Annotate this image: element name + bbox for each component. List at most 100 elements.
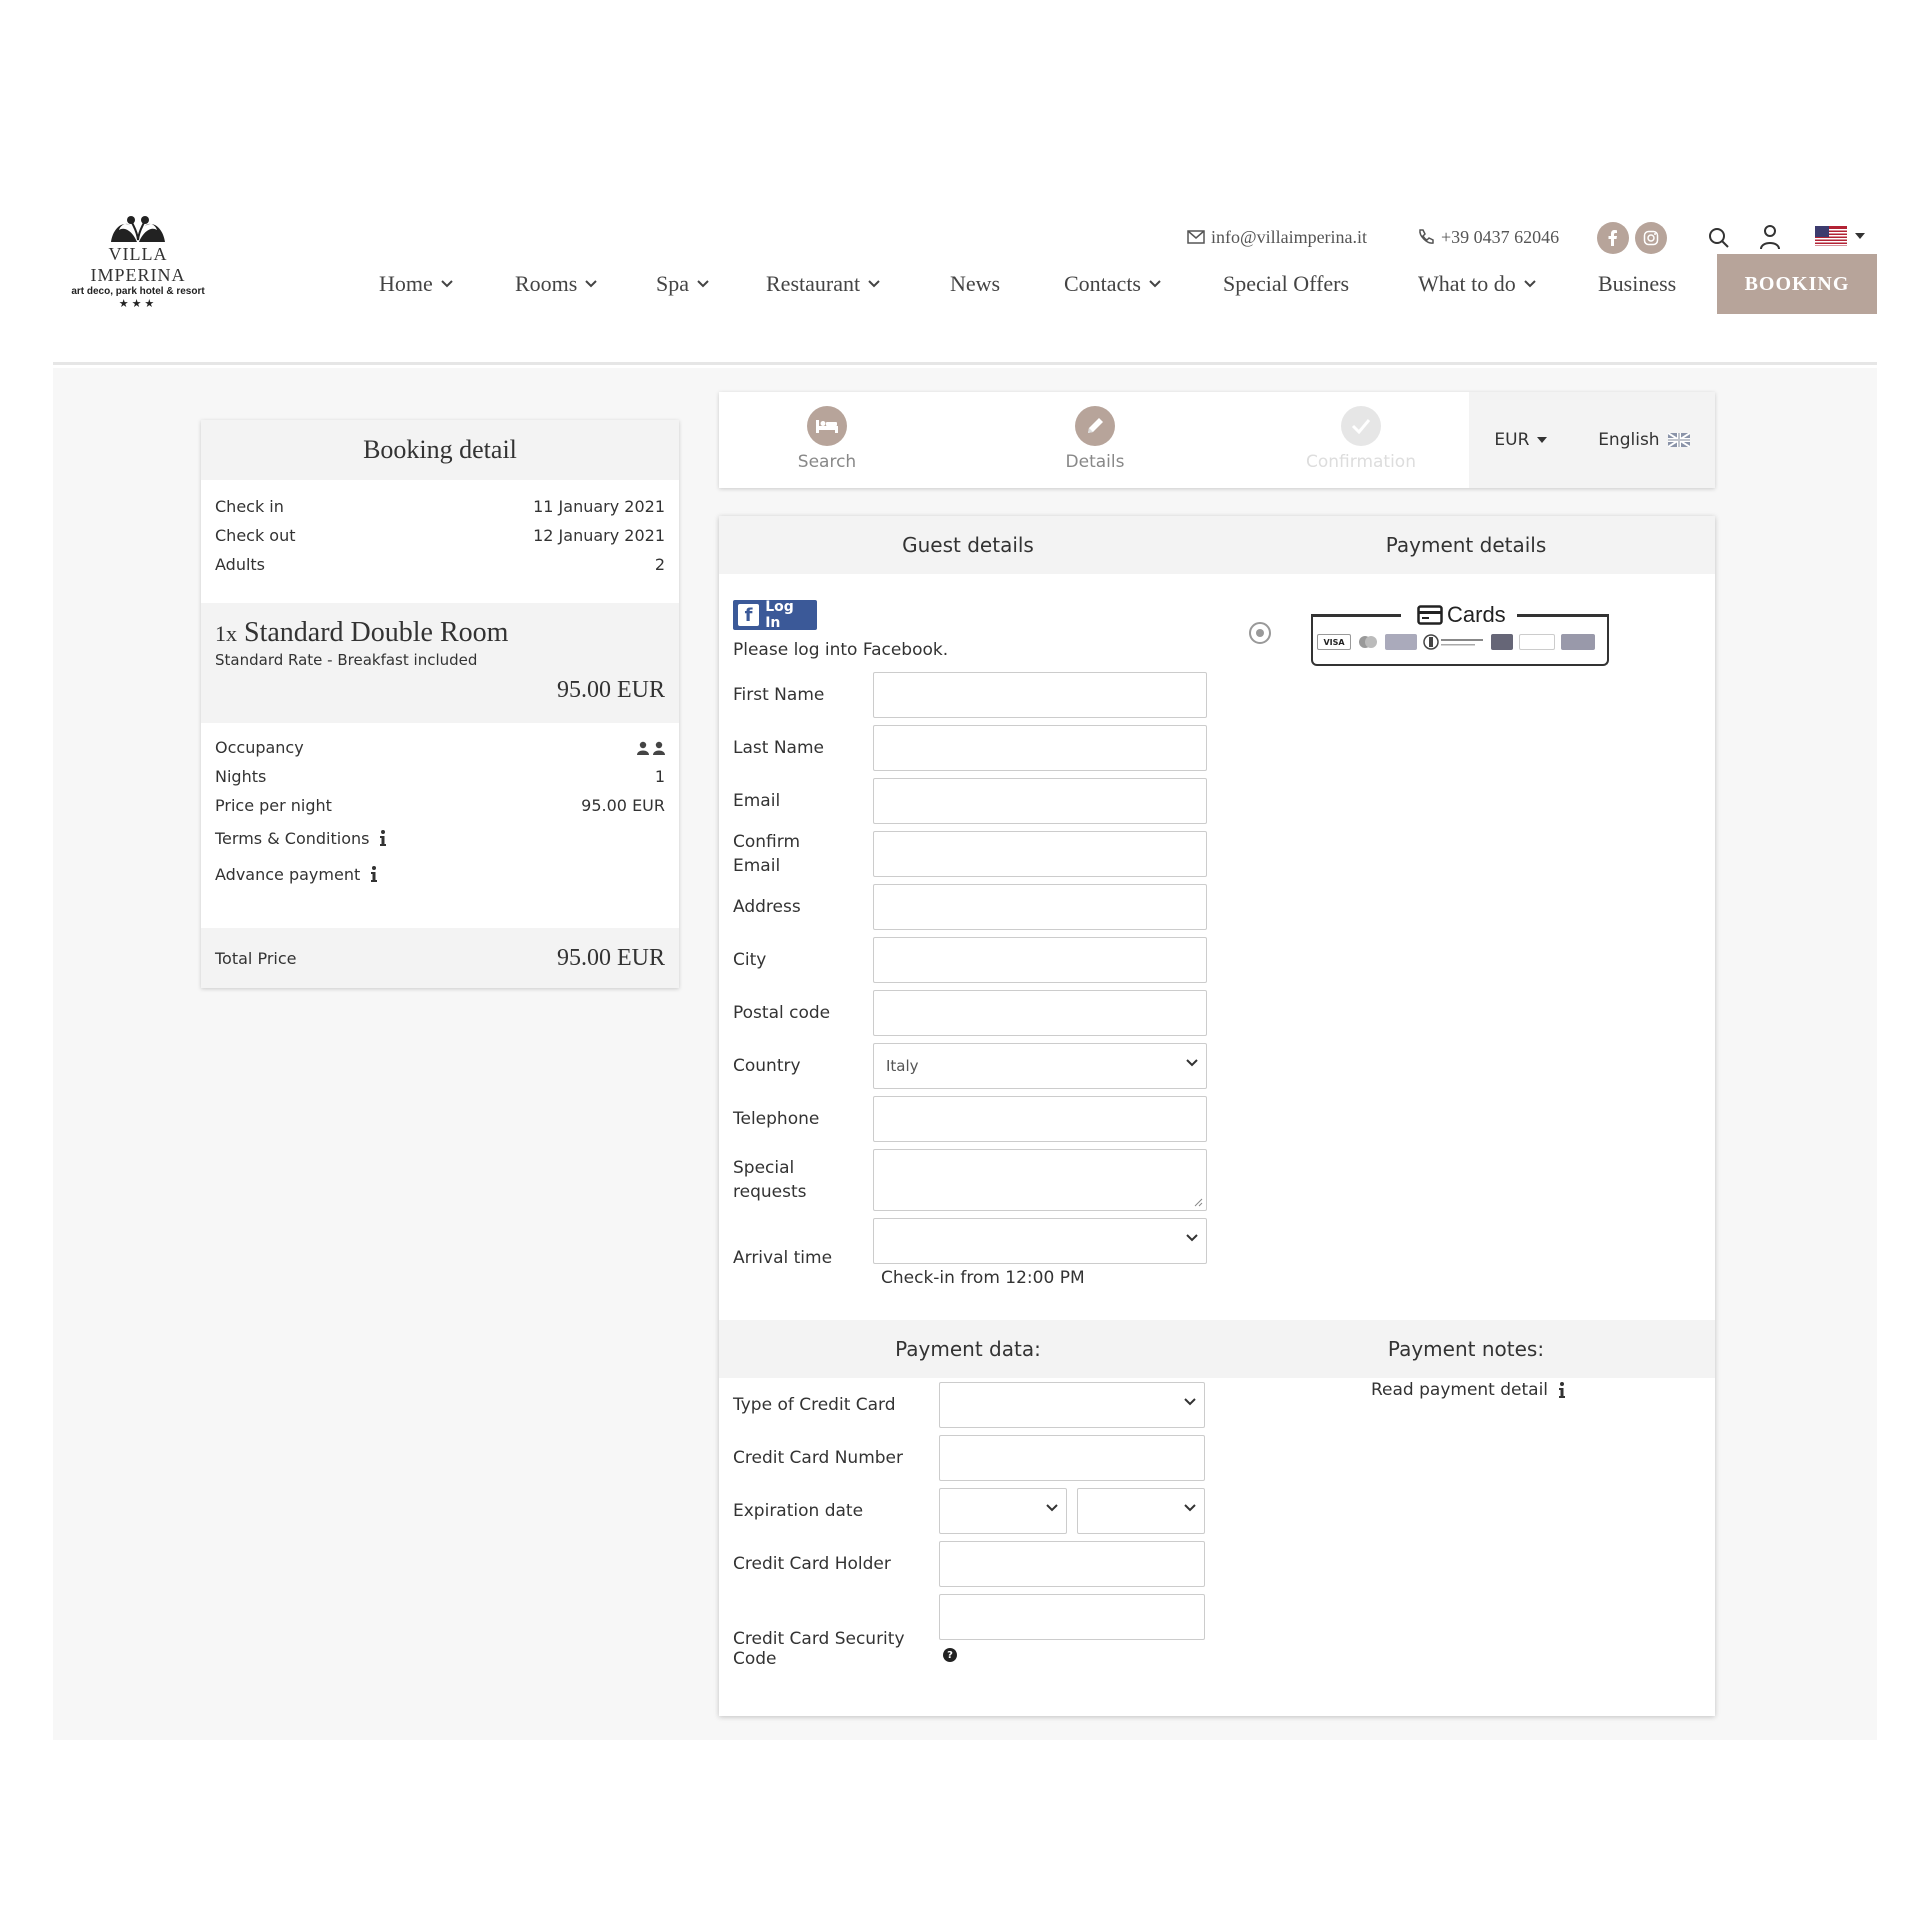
postal-code-row: Postal code	[733, 990, 1207, 1036]
info-icon	[1559, 1382, 1566, 1398]
nav-business[interactable]: Business	[1598, 254, 1676, 314]
cards-payment-option[interactable]: Cards VISA	[1311, 602, 1609, 666]
step-label: Details	[1065, 452, 1125, 472]
chevron-down-icon	[868, 280, 880, 288]
occupancy-icons	[637, 741, 665, 755]
nav-restaurant[interactable]: Restaurant	[766, 254, 880, 314]
read-payment-detail-link[interactable]: Read payment detail	[1371, 1380, 1566, 1400]
booking-engine: Booking detail Check in 11 January 2021 C…	[53, 368, 1877, 1740]
nav-what-to-do[interactable]: What to do	[1418, 254, 1536, 314]
nav-home[interactable]: Home	[379, 254, 453, 314]
card-type-row: Type of Credit Card	[733, 1382, 1205, 1428]
room-rate: Standard Rate - Breakfast included	[215, 651, 478, 669]
security-code-input[interactable]	[939, 1594, 1205, 1640]
phone-text: +39 0437 62046	[1441, 226, 1560, 247]
facebook-login-button[interactable]: f Log In	[733, 599, 817, 631]
card-type-select[interactable]	[939, 1382, 1205, 1428]
country-select[interactable]: Italy	[873, 1043, 1207, 1089]
phone-link[interactable]: +39 0437 62046	[1417, 222, 1559, 252]
city-input[interactable]	[873, 937, 1207, 983]
telephone-input[interactable]	[873, 1096, 1207, 1142]
currency-selector[interactable]: EUR	[1494, 430, 1548, 450]
first-name-row: First Name	[733, 672, 1207, 718]
email-input[interactable]	[873, 778, 1207, 824]
chevron-down-icon	[1524, 280, 1536, 288]
total-price-value: 95.00 EUR	[557, 944, 665, 971]
discover-icon	[1519, 634, 1555, 650]
address-row: Address	[733, 884, 1207, 930]
chevron-down-icon	[1186, 1234, 1198, 1242]
language-selector[interactable]	[1815, 226, 1865, 246]
fb-login-label: Log In	[765, 599, 794, 631]
user-icon[interactable]	[1759, 224, 1781, 255]
amex-icon	[1385, 634, 1417, 650]
nav-rooms[interactable]: Rooms	[515, 254, 598, 314]
instagram-icon[interactable]	[1635, 222, 1667, 254]
city-row: City	[733, 937, 1207, 983]
arrival-time-select[interactable]	[873, 1218, 1207, 1264]
help-icon[interactable]: ?	[943, 1648, 957, 1662]
confirm-email-input[interactable]	[873, 831, 1207, 877]
nav-news[interactable]: News	[950, 254, 1000, 314]
expiry-month-select[interactable]	[939, 1488, 1067, 1534]
nav-contacts[interactable]: Contacts	[1064, 254, 1161, 314]
card-number-input[interactable]	[939, 1435, 1205, 1481]
payment-notes-heading: Payment notes:	[1387, 1337, 1545, 1361]
last-name-input[interactable]	[873, 725, 1207, 771]
search-icon[interactable]	[1707, 226, 1731, 255]
step-details[interactable]: Details	[1035, 406, 1155, 472]
info-icon	[380, 830, 387, 846]
email-row: Email	[733, 778, 1207, 824]
first-name-input[interactable]	[873, 672, 1207, 718]
special-requests-row: Special requests	[733, 1149, 1207, 1211]
booking-button[interactable]: BOOKING	[1717, 254, 1877, 314]
detail-row-occupancy: Occupancy	[215, 733, 665, 762]
arrival-time-row: Arrival time	[733, 1218, 1207, 1268]
chevron-down-icon	[585, 280, 598, 288]
detail-row-adults: Adults 2	[215, 555, 665, 574]
payment-data-header: Payment data: Payment notes:	[719, 1320, 1715, 1378]
special-requests-textarea[interactable]	[873, 1149, 1207, 1211]
mail-icon	[1187, 230, 1205, 244]
last-name-row: Last Name	[733, 725, 1207, 771]
uk-flag-icon	[1667, 433, 1690, 447]
diners-club-icon	[1423, 634, 1485, 650]
step-search[interactable]: Search	[767, 406, 887, 472]
advance-payment-link[interactable]: Advance payment	[215, 856, 665, 892]
nav-label: Business	[1598, 271, 1677, 296]
card-holder-input[interactable]	[939, 1541, 1205, 1587]
email-link[interactable]: info@villaimperina.it	[1187, 222, 1367, 252]
info-icon	[371, 866, 378, 882]
facebook-note: Please log into Facebook.	[733, 640, 949, 660]
card-number-row: Credit Card Number	[733, 1435, 1205, 1481]
step-label: Search	[797, 452, 857, 472]
caret-down-icon	[1855, 233, 1865, 239]
chevron-down-icon	[1046, 1504, 1058, 1512]
address-input[interactable]	[873, 884, 1207, 930]
payment-details-heading: Payment details	[1385, 533, 1547, 557]
nav-spa[interactable]: Spa	[656, 254, 709, 314]
chevron-down-icon	[1184, 1504, 1196, 1512]
nav-label: What to do	[1418, 271, 1516, 296]
chevron-down-icon	[441, 280, 453, 288]
room-price: 95.00 EUR	[557, 677, 665, 703]
social-links	[1597, 222, 1667, 254]
bank-card-icon	[1561, 634, 1595, 650]
room-summary: 1x Standard Double Room Standard Rate - …	[201, 603, 679, 723]
expiry-year-select[interactable]	[1077, 1488, 1205, 1534]
detail-row-check-out: Check out 12 January 2021	[215, 526, 665, 545]
caret-down-icon	[1537, 437, 1548, 443]
detail-row-price-per-night: Price per night 95.00 EUR	[215, 796, 665, 815]
booking-detail-card: Booking detail Check in 11 January 2021 C…	[201, 420, 679, 988]
guest-payment-form: Guest details Payment details f Log In P…	[719, 516, 1715, 1716]
nav-special-offers[interactable]: Special Offers	[1223, 254, 1349, 314]
facebook-icon[interactable]	[1597, 222, 1629, 254]
booking-detail-title: Booking detail	[201, 420, 679, 480]
postal-code-input[interactable]	[873, 990, 1207, 1036]
terms-conditions-link[interactable]: Terms & Conditions	[215, 820, 665, 856]
cards-radio[interactable]	[1249, 622, 1271, 644]
language-dropdown[interactable]: English	[1598, 430, 1690, 450]
card-logos: VISA	[1317, 634, 1595, 650]
security-code-row: Credit Card Security Code	[733, 1594, 1205, 1669]
country-row: Country Italy	[733, 1043, 1207, 1089]
